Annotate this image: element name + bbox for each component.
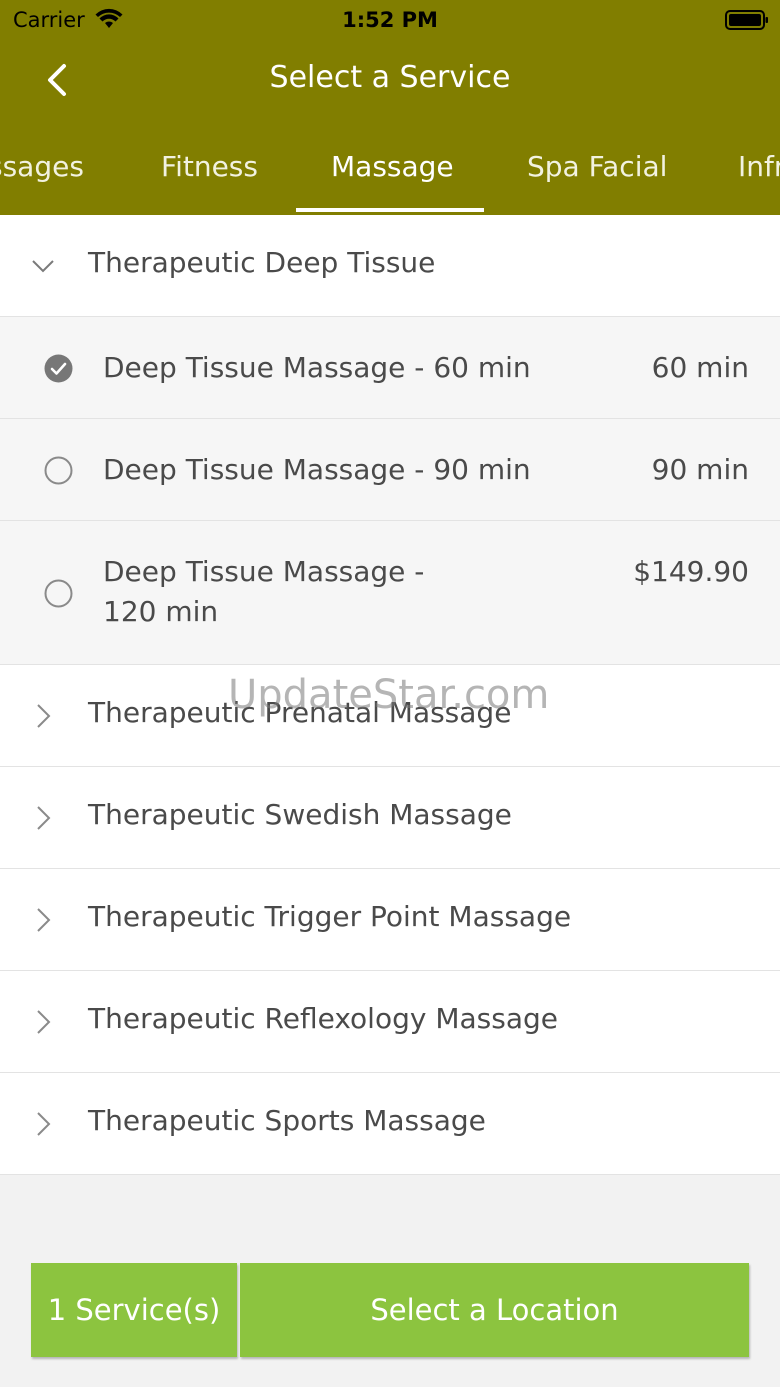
category-tabs: ssages Fitness Massage Spa Facial Infr — [0, 140, 780, 215]
service-name: Deep Tissue Massage - 90 min — [103, 453, 531, 486]
tab-spa-facial[interactable]: Spa Facial — [527, 150, 667, 183]
group-reflexology[interactable]: Therapeutic Reflexology Massage — [0, 971, 780, 1073]
radio-empty-icon[interactable] — [44, 579, 73, 608]
tab-massages[interactable]: ssages — [0, 150, 84, 183]
tab-selected-indicator — [296, 208, 484, 212]
chevron-right-icon — [37, 806, 51, 830]
tab-infrared[interactable]: Infr — [738, 150, 780, 183]
select-location-button[interactable]: Select a Location — [240, 1263, 749, 1357]
group-label: Therapeutic Trigger Point Massage — [88, 900, 572, 933]
service-name: Deep Tissue Massage - 60 min — [103, 351, 531, 384]
group-trigger-point[interactable]: Therapeutic Trigger Point Massage — [0, 869, 780, 971]
group-sports[interactable]: Therapeutic Sports Massage — [0, 1073, 780, 1175]
tab-fitness[interactable]: Fitness — [161, 150, 258, 183]
status-bar: Carrier 1:52 PM — [0, 0, 780, 40]
page-title: Select a Service — [269, 60, 511, 95]
service-row[interactable]: Deep Tissue Massage - 60 min 60 min — [0, 317, 780, 419]
chevron-right-icon — [37, 704, 51, 728]
service-duration: 90 min — [651, 453, 749, 486]
group-swedish[interactable]: Therapeutic Swedish Massage — [0, 767, 780, 869]
status-time: 1:52 PM — [342, 8, 438, 32]
group-label: Therapeutic Sports Massage — [88, 1104, 486, 1137]
group-label: Therapeutic Swedish Massage — [88, 798, 512, 831]
chevron-down-icon — [32, 260, 54, 273]
selected-count-button[interactable]: 1 Service(s) — [31, 1263, 237, 1357]
radio-empty-icon[interactable] — [44, 456, 73, 485]
group-label: Therapeutic Deep Tissue — [88, 246, 436, 279]
group-label: Therapeutic Prenatal Massage — [88, 696, 512, 729]
tab-massage[interactable]: Massage — [331, 150, 454, 183]
chevron-right-icon — [37, 908, 51, 932]
chevron-right-icon — [37, 1010, 51, 1034]
chevron-right-icon — [37, 1112, 51, 1136]
service-duration: 60 min — [651, 351, 749, 384]
battery-icon — [725, 10, 768, 30]
service-price: $149.90 — [633, 555, 749, 588]
header: Carrier 1:52 PM Select a Service ssages … — [0, 0, 780, 215]
group-prenatal[interactable]: Therapeutic Prenatal Massage — [0, 665, 780, 767]
service-row[interactable]: Deep Tissue Massage - 120 min $149.90 — [0, 521, 780, 665]
service-row[interactable]: Deep Tissue Massage - 90 min 90 min — [0, 419, 780, 521]
service-name: Deep Tissue Massage - 120 min — [103, 555, 425, 628]
group-label: Therapeutic Reflexology Massage — [88, 1002, 558, 1035]
group-deep-tissue[interactable]: Therapeutic Deep Tissue — [0, 215, 780, 317]
checkmark-circle-icon[interactable] — [44, 354, 73, 383]
service-list: Therapeutic Deep Tissue Deep Tissue Mass… — [0, 215, 780, 1175]
